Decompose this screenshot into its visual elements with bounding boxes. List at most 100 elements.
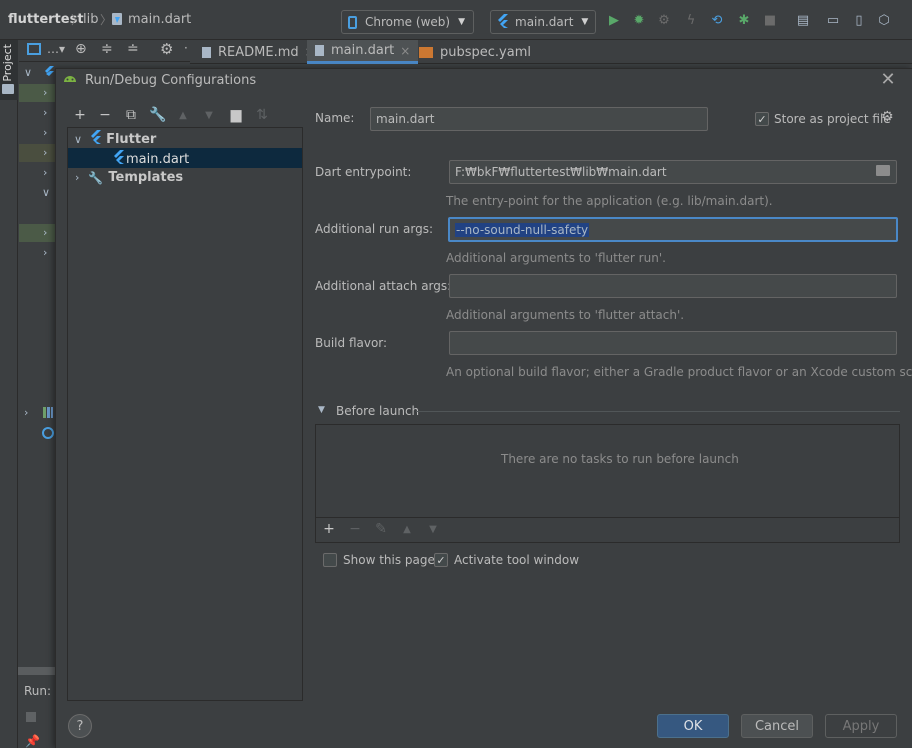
- ok-button[interactable]: OK: [657, 714, 729, 738]
- tree-node-flutter[interactable]: ∨ Flutter: [74, 130, 156, 148]
- chevron-down-icon[interactable]: ▼: [318, 405, 325, 415]
- show-this-page-checkbox[interactable]: [323, 553, 337, 567]
- chevron-right-icon[interactable]: ›: [43, 146, 47, 159]
- chevron-right-icon[interactable]: ›: [43, 86, 47, 99]
- flutter-icon: [90, 130, 102, 148]
- name-input[interactable]: main.dart: [370, 107, 708, 131]
- chevron-right-icon[interactable]: ›: [43, 166, 47, 179]
- entrypoint-label: Dart entrypoint:: [315, 165, 412, 179]
- tab-main-dart[interactable]: main.dart ×: [307, 40, 419, 64]
- tree-node-main-dart[interactable]: main.dart: [113, 150, 189, 168]
- breadcrumb-separator: 〉: [71, 13, 84, 27]
- close-icon[interactable]: ×: [400, 44, 410, 58]
- project-tab-label: Project: [1, 44, 14, 82]
- chevron-down-icon[interactable]: ∨: [24, 66, 32, 79]
- chevron-down-icon: ▼: [458, 17, 465, 27]
- tab-pubspec[interactable]: pubspec.yaml: [411, 40, 539, 64]
- tree-row-highlight: [19, 144, 55, 162]
- breadcrumb-file[interactable]: main.dart: [128, 12, 191, 27]
- attach-args-hint: Additional arguments to 'flutter attach'…: [446, 308, 685, 322]
- breadcrumb-lib[interactable]: lib: [83, 12, 98, 27]
- run-config-label: main.dart: [515, 15, 574, 29]
- device-manager-icon[interactable]: ▭: [825, 12, 841, 28]
- sdk-manager-icon[interactable]: ⬡: [876, 12, 892, 28]
- tab-label: pubspec.yaml: [440, 44, 531, 60]
- folder-icon: [2, 84, 14, 94]
- show-this-page-label: Show this page: [343, 553, 435, 567]
- close-icon[interactable]: ✕: [878, 70, 898, 90]
- left-tool-strip: [0, 40, 18, 748]
- remove-task-icon[interactable]: −: [347, 521, 363, 537]
- move-down-icon[interactable]: ▼: [200, 106, 218, 124]
- apply-button[interactable]: Apply: [825, 714, 897, 738]
- dart-file-icon: [315, 45, 324, 56]
- project-structure-icon[interactable]: ▤: [795, 12, 811, 28]
- chevron-down-icon[interactable]: ∨: [74, 133, 82, 146]
- before-launch-title[interactable]: Before launch: [336, 404, 419, 418]
- run-args-input[interactable]: --no-sound-null-safety: [448, 217, 898, 242]
- flutter-inspector-icon[interactable]: ✱: [736, 12, 752, 28]
- phone-icon: [348, 15, 357, 29]
- locate-icon[interactable]: ⊕: [75, 41, 87, 57]
- entrypoint-input[interactable]: F:₩bkF₩fluttertest₩lib₩main.dart: [449, 160, 897, 184]
- device-selector[interactable]: Chrome (web) ▼: [341, 10, 474, 34]
- yaml-file-icon: [419, 46, 433, 58]
- store-as-project-file-checkbox[interactable]: ✓: [755, 112, 769, 126]
- attach-args-input[interactable]: [449, 274, 897, 298]
- android-icon: [63, 73, 77, 87]
- avd-manager-icon[interactable]: ▯: [851, 12, 867, 28]
- new-folder-icon[interactable]: ▆: [227, 106, 245, 124]
- stop-icon[interactable]: ■: [762, 12, 778, 28]
- chevron-right-icon[interactable]: ›: [43, 226, 47, 239]
- gear-icon[interactable]: ⚙: [881, 109, 894, 125]
- chevron-right-icon[interactable]: ›: [43, 246, 47, 259]
- sort-icon[interactable]: ⇅: [253, 106, 271, 124]
- hot-reload-icon[interactable]: ϟ: [683, 12, 699, 28]
- view-mode-icon[interactable]: [27, 43, 41, 55]
- hot-restart-icon[interactable]: ⟲: [709, 12, 725, 28]
- tab-readme[interactable]: README.md ×: [194, 40, 323, 64]
- chevron-right-icon[interactable]: ›: [75, 171, 79, 184]
- run-args-value: --no-sound-null-safety: [455, 222, 590, 237]
- tab-label: README.md: [218, 44, 299, 60]
- help-button[interactable]: ?: [68, 714, 92, 738]
- gear-icon[interactable]: ⚙: [160, 40, 173, 58]
- tree-node-label: Templates: [108, 170, 184, 185]
- cancel-button[interactable]: Cancel: [741, 714, 813, 738]
- stop-icon[interactable]: [26, 712, 36, 722]
- device-selector-label: Chrome (web): [365, 15, 451, 29]
- add-task-icon[interactable]: +: [321, 521, 337, 537]
- run-args-label: Additional run args:: [315, 222, 434, 236]
- add-config-icon[interactable]: +: [71, 106, 89, 124]
- tree-node-label: Flutter: [106, 131, 157, 147]
- tree-node-label: main.dart: [126, 151, 190, 167]
- copy-config-icon[interactable]: ⧉: [122, 106, 140, 124]
- build-flavor-input[interactable]: [449, 331, 897, 355]
- collapse-all-icon[interactable]: ≐: [127, 41, 139, 57]
- edit-templates-icon[interactable]: 🔧: [149, 106, 167, 124]
- flutter-icon: [113, 150, 125, 168]
- chevron-right-icon[interactable]: ›: [24, 406, 28, 419]
- expand-all-icon[interactable]: ≑: [101, 41, 113, 57]
- run-config-selector[interactable]: main.dart ▼: [490, 10, 596, 34]
- chevron-right-icon[interactable]: ›: [43, 106, 47, 119]
- move-up-icon[interactable]: ▲: [399, 521, 415, 537]
- activate-tool-window-checkbox[interactable]: ✓: [434, 553, 448, 567]
- chevron-down-icon[interactable]: ∨: [42, 186, 50, 199]
- entrypoint-value: F:₩bkF₩fluttertest₩lib₩main.dart: [455, 165, 667, 179]
- scratches-icon: [42, 427, 54, 439]
- move-down-icon[interactable]: ▼: [425, 521, 441, 537]
- pin-icon[interactable]: 📌: [25, 734, 40, 748]
- debug-icon[interactable]: ✹: [631, 12, 647, 28]
- attach-debugger-icon[interactable]: ⚙: [656, 12, 672, 28]
- more-icon[interactable]: ·: [184, 41, 188, 55]
- run-icon[interactable]: ▶: [606, 12, 622, 28]
- chevron-right-icon[interactable]: ›: [43, 126, 47, 139]
- move-up-icon[interactable]: ▲: [174, 106, 192, 124]
- tree-node-templates[interactable]: › 🔧 Templates: [75, 170, 183, 185]
- folder-icon[interactable]: [876, 165, 890, 176]
- view-mode-dropdown[interactable]: …▾: [47, 42, 65, 56]
- horizontal-scrollbar[interactable]: [18, 667, 55, 675]
- remove-config-icon[interactable]: −: [96, 106, 114, 124]
- edit-task-icon[interactable]: ✎: [373, 521, 389, 537]
